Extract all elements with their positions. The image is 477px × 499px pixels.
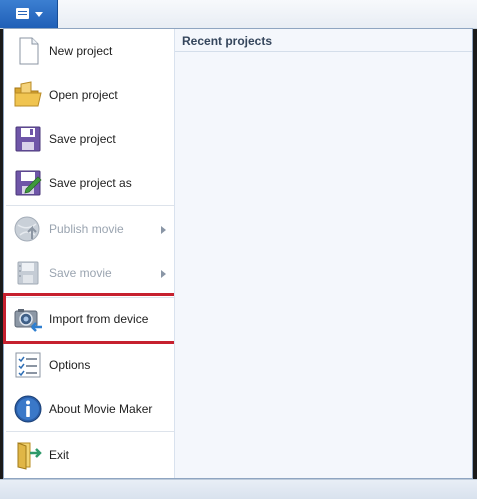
menu-item-label: About Movie Maker [49, 402, 153, 416]
app-menu-button[interactable] [0, 0, 58, 28]
globe-upload-icon [14, 216, 40, 242]
menu-item-save-project[interactable]: Save project [4, 117, 174, 161]
chevron-down-icon [35, 12, 43, 17]
menu-item-save-project-as[interactable]: Save project as [4, 161, 174, 205]
recent-projects-title: Recent projects [182, 34, 273, 48]
film-disk-icon [17, 261, 39, 285]
menu-item-label: Exit [49, 448, 70, 462]
menu-item-exit[interactable]: Exit [4, 433, 174, 477]
menu-item-label: Save project [49, 132, 116, 146]
menu-divider [6, 431, 174, 432]
info-icon [14, 395, 42, 423]
menu-commands: New project Open project Save project Sa… [3, 29, 179, 478]
status-bar [0, 479, 477, 499]
folder-icon [14, 81, 42, 107]
app-menu-icon [16, 8, 29, 19]
menu-item-label: New project [49, 44, 113, 58]
menu-item-about-movie-maker[interactable]: About Movie Maker [4, 387, 174, 431]
menu-item-label: Save movie [49, 266, 112, 280]
checklist-icon [15, 352, 41, 378]
title-bar [0, 0, 477, 29]
floppy-disk-edit-icon [15, 170, 42, 196]
menu-item-label: Publish movie [49, 222, 124, 236]
highlight-box [3, 293, 179, 344]
recent-projects-pane: Recent projects [175, 29, 472, 478]
menu-item-new-project[interactable]: New project [4, 29, 174, 73]
exit-door-icon [17, 442, 42, 470]
menu-item-label: Open project [49, 88, 118, 102]
menu-item-save-movie[interactable]: Save movie [4, 251, 174, 295]
menu-item-publish-movie[interactable]: Publish movie [4, 207, 174, 251]
floppy-disk-icon [15, 126, 41, 152]
chevron-right-icon [161, 270, 166, 278]
chevron-right-icon [161, 226, 166, 234]
menu-item-options[interactable]: Options [4, 343, 174, 387]
menu-item-label: Options [49, 358, 91, 372]
menu-item-open-project[interactable]: Open project [4, 73, 174, 117]
menu-item-label: Save project as [49, 176, 132, 190]
application-menu: New project Open project Save project Sa… [3, 28, 473, 479]
recent-projects-divider [175, 51, 472, 52]
menu-divider [6, 205, 174, 206]
new-document-icon [19, 37, 39, 65]
